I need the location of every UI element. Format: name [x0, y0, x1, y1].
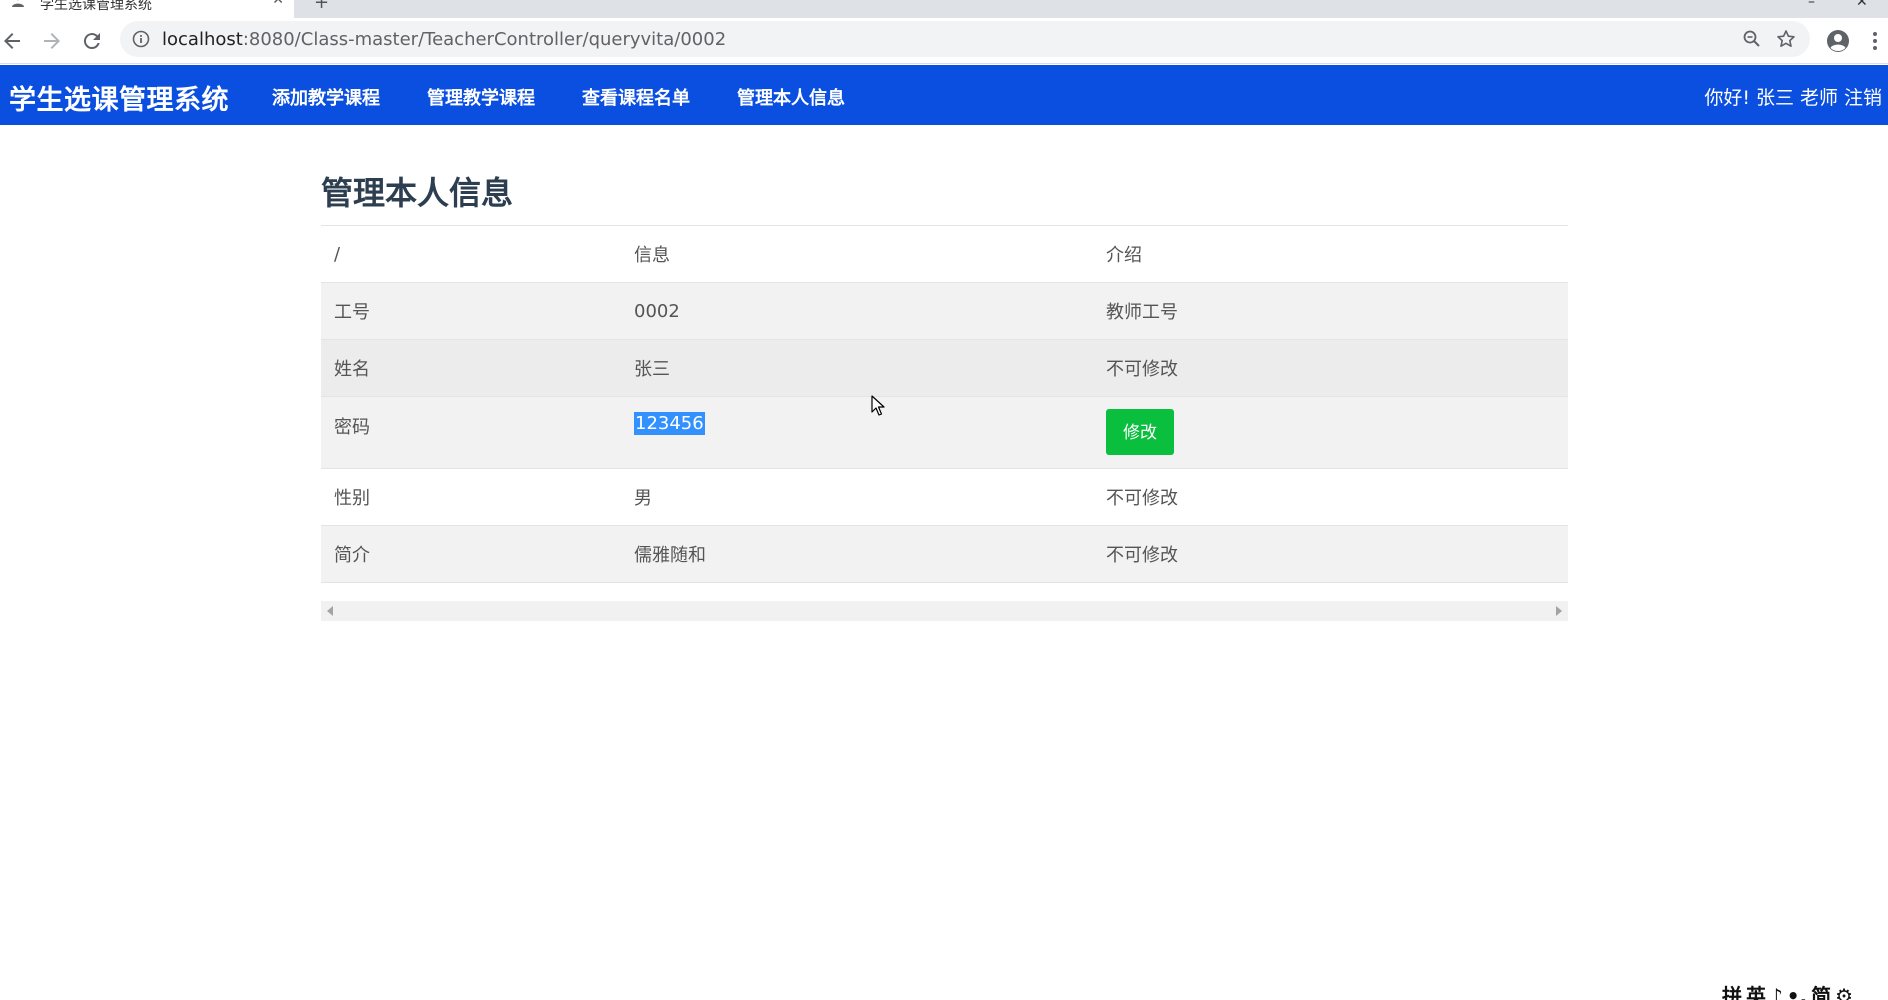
field-label: 性别	[321, 468, 621, 526]
kebab-menu-icon[interactable]	[1870, 29, 1880, 53]
field-note: 教师工号	[1093, 282, 1568, 340]
close-window-icon[interactable]: ✕	[1856, 0, 1868, 10]
nav-manage-course[interactable]: 管理教学课程	[427, 84, 535, 110]
brand-title[interactable]: 学生选课管理系统	[9, 78, 229, 117]
profile-table: / 信息 介绍 工号 0002 教师工号 姓名 张三 不可修改 密码 12345…	[321, 225, 1568, 583]
field-note: 不可修改	[1093, 339, 1568, 397]
ime-english-icon[interactable]: 英	[1746, 984, 1766, 1000]
username-text: 张三	[1755, 87, 1794, 109]
table-row: 工号 0002 教师工号	[321, 282, 1568, 340]
field-value: 男	[621, 468, 1093, 526]
address-bar[interactable]: localhost:8080/Class-master/TeacherContr…	[120, 21, 1810, 57]
mouse-cursor-icon	[871, 395, 885, 416]
field-label: 密码	[321, 396, 621, 469]
header-cell: 信息	[621, 225, 1093, 283]
ime-toolbar[interactable]: 拼英 ♪ •, 简 ⚙	[1722, 980, 1888, 1000]
ime-punct-icon[interactable]: •,	[1787, 984, 1807, 1000]
close-icon[interactable]: ✕	[272, 0, 284, 8]
scroll-left-icon[interactable]	[327, 606, 333, 616]
star-icon[interactable]	[1776, 29, 1796, 49]
logout-link[interactable]: 注销	[1844, 87, 1882, 109]
tab-title: 学生选课管理系统	[40, 0, 152, 13]
ime-pinyin-icon[interactable]: 拼	[1722, 984, 1742, 1000]
ime-settings-icon[interactable]: ⚙	[1835, 984, 1853, 1000]
minimize-icon[interactable]: –	[1808, 0, 1815, 10]
nav-add-course[interactable]: 添加教学课程	[272, 84, 380, 110]
ime-sound-icon[interactable]: ♪	[1770, 984, 1783, 1000]
field-note: 不可修改	[1093, 468, 1568, 526]
field-value: 张三	[621, 339, 1093, 397]
browser-tab[interactable]: 学生选课管理系统 ✕	[0, 0, 294, 18]
user-area: 你好! 张三 老师 注销	[1698, 83, 1882, 110]
new-tab-icon[interactable]: +	[314, 0, 329, 13]
profile-icon[interactable]	[1826, 29, 1850, 53]
table-row: 密码 123456 修改	[321, 396, 1568, 469]
scroll-right-icon[interactable]	[1556, 606, 1562, 616]
field-label: 姓名	[321, 339, 621, 397]
ime-simplified-icon[interactable]: 简	[1811, 984, 1831, 1000]
url-text[interactable]: localhost:8080/Class-master/TeacherContr…	[162, 29, 726, 50]
field-label: 工号	[321, 282, 621, 340]
header-cell: /	[321, 225, 621, 283]
field-value: 儒雅随和	[621, 525, 1093, 583]
greeting-text: 你好!	[1704, 87, 1750, 109]
person-icon	[12, 0, 24, 7]
page-title: 管理本人信息	[321, 174, 514, 212]
browser-toolbar: localhost:8080/Class-master/TeacherContr…	[0, 18, 1888, 64]
field-value: 0002	[621, 282, 1093, 340]
edit-password-button[interactable]: 修改	[1106, 409, 1174, 455]
selected-password-text[interactable]: 123456	[634, 412, 705, 435]
main-content: 管理本人信息 / 信息 介绍 工号 0002 教师工号 姓名 张三 不可修改 密…	[321, 165, 1568, 621]
zoom-icon[interactable]	[1742, 29, 1762, 49]
table-row: 性别 男 不可修改	[321, 468, 1568, 526]
nav-manage-profile[interactable]: 管理本人信息	[737, 84, 845, 110]
forward-icon[interactable]	[40, 29, 64, 53]
table-header-row: / 信息 介绍	[321, 225, 1568, 283]
info-icon[interactable]	[132, 30, 150, 48]
table-row: 简介 儒雅随和 不可修改	[321, 525, 1568, 583]
reload-icon[interactable]	[80, 29, 104, 53]
back-icon[interactable]	[0, 29, 24, 53]
field-label: 简介	[321, 525, 621, 583]
table-row: 姓名 张三 不可修改	[321, 339, 1568, 397]
password-value[interactable]: 123456	[621, 396, 1093, 469]
browser-tabstrip: 学生选课管理系统 ✕ + – ✕	[0, 0, 1888, 18]
role-text: 老师	[1799, 87, 1838, 109]
field-note: 不可修改	[1093, 525, 1568, 583]
action-cell: 修改	[1093, 396, 1568, 469]
horizontal-scrollbar[interactable]	[321, 601, 1568, 621]
nav-view-roster[interactable]: 查看课程名单	[582, 84, 690, 110]
app-navbar: 学生选课管理系统 添加教学课程 管理教学课程 查看课程名单 管理本人信息 你好!…	[0, 65, 1888, 125]
header-cell: 介绍	[1093, 225, 1568, 283]
